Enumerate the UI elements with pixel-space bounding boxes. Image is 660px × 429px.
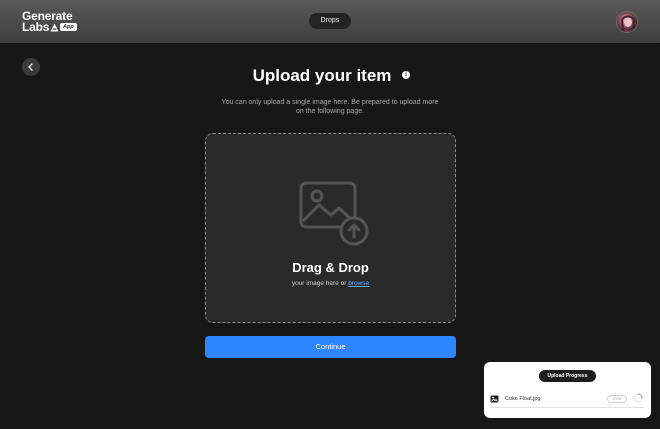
upload-progress-panel: Upload Progress Coke Float.jpg 0/100	[484, 362, 651, 418]
image-dropzone[interactable]: Drag & Drop your image here or browse	[205, 133, 456, 323]
image-file-icon	[490, 395, 499, 403]
dropzone-instructions: your image here or browse	[206, 280, 455, 288]
file-status-chip: 0/100	[607, 395, 627, 403]
user-avatar[interactable]	[616, 11, 638, 33]
drops-nav-button[interactable]: Drops	[309, 13, 351, 29]
top-bar: Generate Labs App Drops	[0, 0, 660, 43]
file-name: Coke Float.jpg	[505, 396, 541, 402]
image-upload-icon	[299, 181, 369, 246]
loading-spinner-icon	[633, 393, 643, 403]
info-icon[interactable]: i	[402, 71, 410, 79]
dropzone-heading: Drag & Drop	[292, 260, 369, 275]
browse-link[interactable]: browse	[348, 280, 369, 287]
avatar-portrait-icon	[620, 15, 636, 32]
logo-line-2: Labs	[22, 20, 50, 34]
upload-progress-title: Upload Progress	[539, 370, 596, 382]
panel-divider	[490, 407, 645, 408]
logo-mark-icon	[50, 23, 59, 32]
upload-file-row: Coke Float.jpg 0/100	[490, 393, 645, 406]
generate-labs-logo[interactable]: Generate Labs App	[22, 10, 82, 34]
continue-button[interactable]: Continue	[205, 336, 456, 358]
page-title: Upload your item	[252, 66, 392, 85]
app-badge: App	[60, 23, 77, 31]
dropzone-text: your image here or	[291, 280, 349, 287]
page-subtitle: You can only upload a single image here.…	[221, 99, 439, 115]
